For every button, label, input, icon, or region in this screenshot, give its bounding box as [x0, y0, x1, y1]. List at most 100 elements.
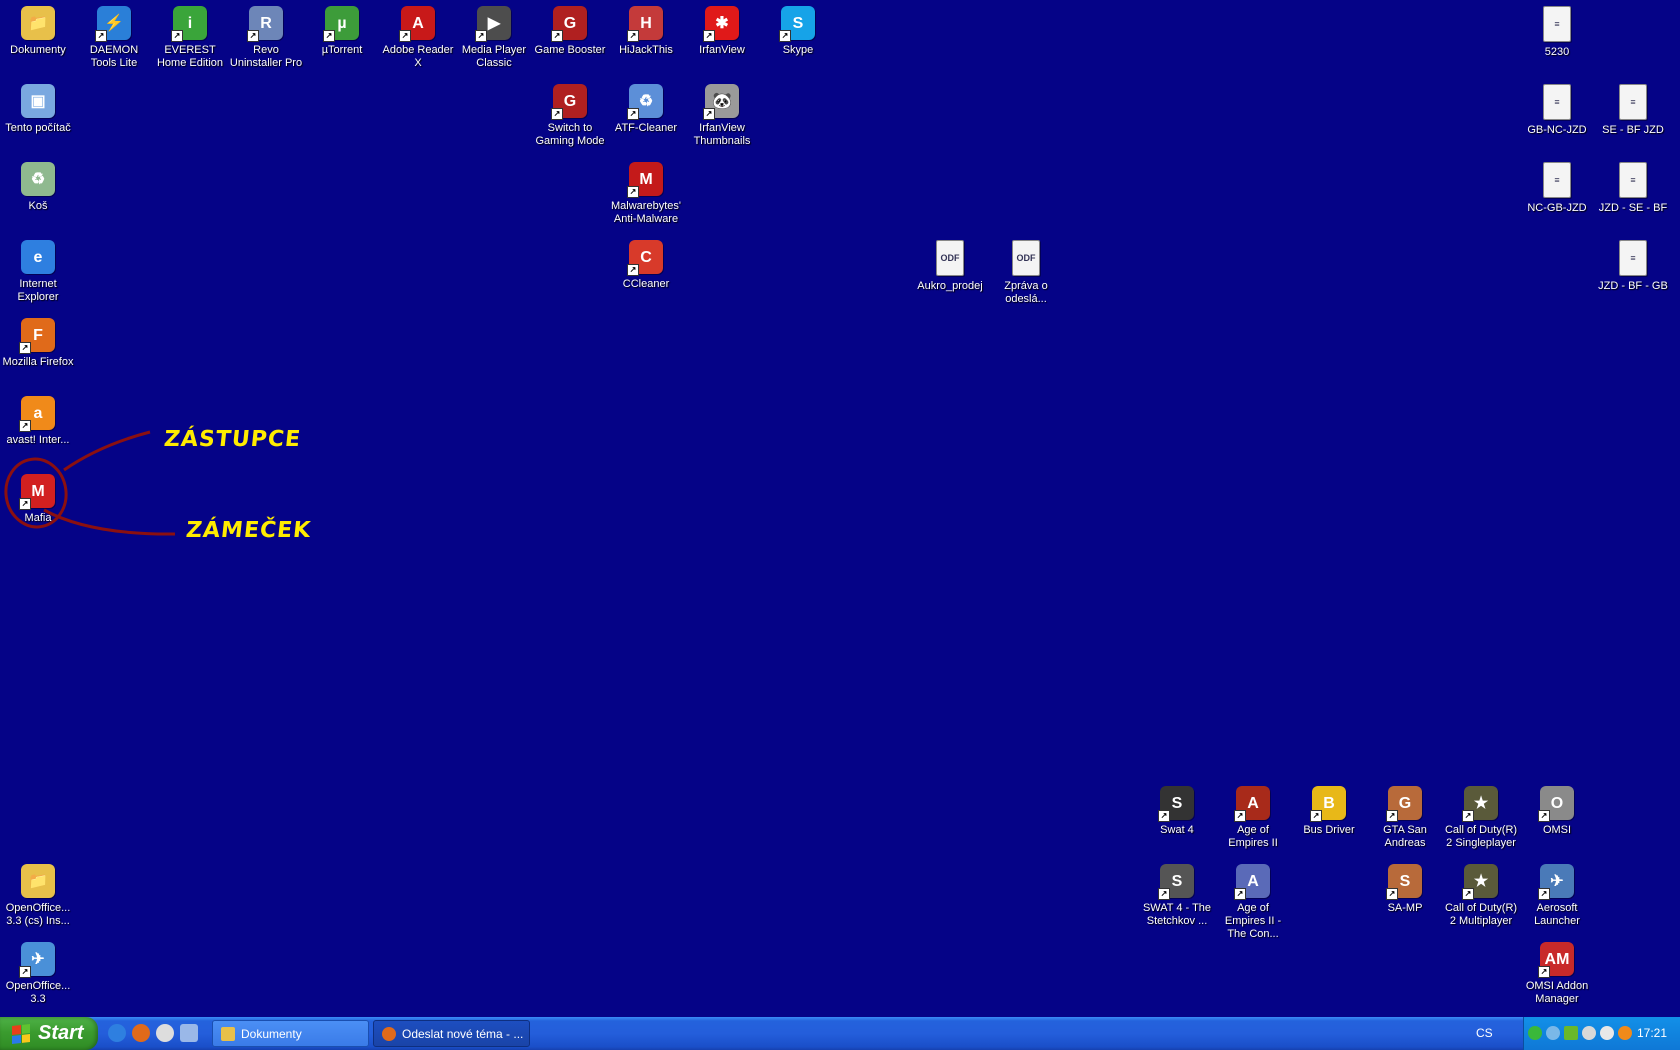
desktop-icon[interactable]: e Internet Explorer	[0, 236, 76, 304]
desktop-icon[interactable]: ♻ Koš	[0, 158, 76, 213]
desktop-icon[interactable]: S ↗ SWAT 4 - The Stetchkov ...	[1139, 860, 1215, 928]
desktop-icon[interactable]: 🐼 ↗ IrfanView Thumbnails	[684, 80, 760, 148]
desktop-icon[interactable]: µ ↗ µTorrent	[304, 2, 380, 57]
document-icon: ODF	[936, 240, 964, 276]
application-icon: S ↗	[1158, 786, 1194, 822]
desktop-icon[interactable]: ★ ↗ Call of Duty(R) 2 Multiplayer	[1443, 860, 1519, 928]
application-icon: ✈ ↗	[1538, 864, 1574, 900]
shortcut-annotation-text: ZÁSTUPCE	[162, 427, 303, 452]
desktop[interactable]: 📁 Dokumenty ⚡ ↗ DAEMON Tools Lite i ↗ EVEREST H…	[0, 0, 1680, 1017]
network-icon[interactable]	[1528, 1026, 1542, 1040]
shortcut-arrow-icon: ↗	[551, 108, 563, 120]
desktop-icon[interactable]: ≡ 5230	[1519, 2, 1595, 59]
desktop-icon-label: Mozilla Firefox	[2, 356, 74, 368]
clock[interactable]: 17:21	[1637, 1026, 1667, 1040]
desktop-icon[interactable]: ♻ ↗ ATF-Cleaner	[608, 80, 684, 135]
desktop-icon[interactable]: 📁 Dokumenty	[0, 2, 76, 57]
desktop-icon[interactable]: ★ ↗ Call of Duty(R) 2 Singleplayer	[1443, 782, 1519, 850]
shortcut-arrow-icon: ↗	[247, 30, 259, 42]
application-icon: A ↗	[1234, 786, 1270, 822]
desktop-icon-label: OMSI	[1542, 824, 1572, 836]
desktop-icon[interactable]: a ↗ avast! Inter...	[0, 392, 76, 447]
application-icon: a ↗	[19, 396, 55, 432]
shortcut-arrow-icon: ↗	[95, 30, 107, 42]
desktop-icon[interactable]: R ↗ Revo Uninstaller Pro	[228, 2, 304, 70]
application-icon: ★ ↗	[1462, 864, 1498, 900]
desktop-icon[interactable]: S ↗ SA-MP	[1367, 860, 1443, 915]
desktop-icon[interactable]: ≡ JZD - SE - BF	[1595, 158, 1671, 215]
desktop-icon[interactable]: G ↗ Game Booster	[532, 2, 608, 57]
desktop-icon[interactable]: i ↗ EVEREST Home Edition	[152, 2, 228, 70]
shortcut-arrow-icon: ↗	[19, 420, 31, 432]
shortcut-arrow-icon: ↗	[1386, 810, 1398, 822]
desktop-icon-label: CCleaner	[622, 278, 670, 290]
desktop-icon[interactable]: ODF Aukro_prodej	[912, 236, 988, 293]
desktop-icon[interactable]: A ↗ Age of Empires II - The Con...	[1215, 860, 1291, 941]
desktop-icon-label: ATF-Cleaner	[614, 122, 678, 134]
desktop-icon-label: NC-GB-JZD	[1527, 202, 1587, 214]
desktop-icon[interactable]: ▣ Tento počítač	[0, 80, 76, 135]
desktop-icon[interactable]: M ↗ Mafia	[0, 470, 76, 525]
shortcut-arrow-icon: ↗	[627, 186, 639, 198]
desktop-icon-label: SWAT 4 - The Stetchkov ...	[1142, 902, 1212, 927]
volume-icon[interactable]	[1582, 1026, 1596, 1040]
start-button[interactable]: Start	[0, 1017, 98, 1050]
desktop-icon-label: Skype	[782, 44, 814, 56]
shortcut-arrow-icon: ↗	[1462, 810, 1474, 822]
shortcut-arrow-icon: ↗	[1234, 888, 1246, 900]
desktop-icon-label: Age of Empires II - The Con...	[1224, 902, 1282, 940]
shortcut-arrow-icon: ↗	[627, 30, 639, 42]
document-icon: ≡	[1543, 162, 1571, 198]
desktop-icon[interactable]: S ↗ Swat 4	[1139, 782, 1215, 837]
desktop-icon[interactable]: H ↗ HiJackThis	[608, 2, 684, 57]
desktop-icon[interactable]: ▶ ↗ Media Player Classic	[456, 2, 532, 70]
desktop-icon[interactable]: C ↗ CCleaner	[608, 236, 684, 291]
desktop-icon[interactable]: ≡ SE - BF JZD	[1595, 80, 1671, 137]
show-desktop-icon[interactable]	[180, 1024, 198, 1042]
quick-launch	[108, 1024, 198, 1042]
skype-tray-icon[interactable]	[1546, 1026, 1560, 1040]
application-icon: S ↗	[1386, 864, 1422, 900]
taskbar-task-firefox[interactable]: Odeslat nové téma - ...	[373, 1020, 530, 1047]
windows-flag-icon	[12, 1023, 30, 1044]
desktop-icon[interactable]: O ↗ OMSI	[1519, 782, 1595, 837]
desktop-icon[interactable]: S ↗ Skype	[760, 2, 836, 57]
application-icon: µ ↗	[323, 6, 359, 42]
desktop-icon[interactable]: ✱ ↗ IrfanView	[684, 2, 760, 57]
desktop-icon[interactable]: B ↗ Bus Driver	[1291, 782, 1367, 837]
desktop-icon[interactable]: 📁 OpenOffice... 3.3 (cs) Ins...	[0, 860, 76, 928]
document-icon: ≡	[1619, 162, 1647, 198]
desktop-icon[interactable]: ODF Zpráva o odeslá...	[988, 236, 1064, 306]
application-icon: B ↗	[1310, 786, 1346, 822]
application-icon: e	[21, 240, 55, 274]
desktop-icon[interactable]: ≡ JZD - BF - GB	[1595, 236, 1671, 293]
desktop-icon-label: DAEMON Tools Lite	[89, 44, 139, 69]
desktop-icon[interactable]: ✈ ↗ OpenOffice... 3.3	[0, 938, 76, 1006]
media-player-icon[interactable]	[156, 1024, 174, 1042]
desktop-icon[interactable]: ⚡ ↗ DAEMON Tools Lite	[76, 2, 152, 70]
desktop-icon-label: OpenOffice... 3.3 (cs) Ins...	[5, 902, 71, 927]
desktop-icon[interactable]: A ↗ Adobe Reader X	[380, 2, 456, 70]
application-icon: ★ ↗	[1462, 786, 1498, 822]
desktop-icon[interactable]: ≡ NC-GB-JZD	[1519, 158, 1595, 215]
desktop-icon[interactable]: G ↗ Switch to Gaming Mode	[532, 80, 608, 148]
language-indicator[interactable]: CS	[1476, 1026, 1493, 1040]
desktop-icon[interactable]: AM ↗ OMSI Addon Manager	[1519, 938, 1595, 1006]
shortcut-arrow-icon: ↗	[19, 342, 31, 354]
taskbar-task-dokumenty[interactable]: Dokumenty	[212, 1020, 369, 1047]
nvidia-icon[interactable]	[1564, 1026, 1578, 1040]
internet-explorer-icon[interactable]	[108, 1024, 126, 1042]
desktop-icon[interactable]: F ↗ Mozilla Firefox	[0, 314, 76, 369]
desktop-icon-label: Mafia	[24, 512, 52, 524]
application-icon: M ↗	[627, 162, 663, 198]
avast-tray-icon[interactable]	[1618, 1026, 1632, 1040]
firefox-icon[interactable]	[132, 1024, 150, 1042]
desktop-icon[interactable]: A ↗ Age of Empires II	[1215, 782, 1291, 850]
desktop-icon[interactable]: ≡ GB-NC-JZD	[1519, 80, 1595, 137]
desktop-icon[interactable]: ✈ ↗ Aerosoft Launcher	[1519, 860, 1595, 928]
desktop-icon[interactable]: G ↗ GTA San Andreas	[1367, 782, 1443, 850]
desktop-icon-label: HiJackThis	[619, 44, 673, 56]
daemon-tools-tray-icon[interactable]	[1600, 1026, 1614, 1040]
application-icon: G ↗	[551, 6, 587, 42]
desktop-icon[interactable]: M ↗ Malwarebytes' Anti-Malware	[608, 158, 684, 226]
